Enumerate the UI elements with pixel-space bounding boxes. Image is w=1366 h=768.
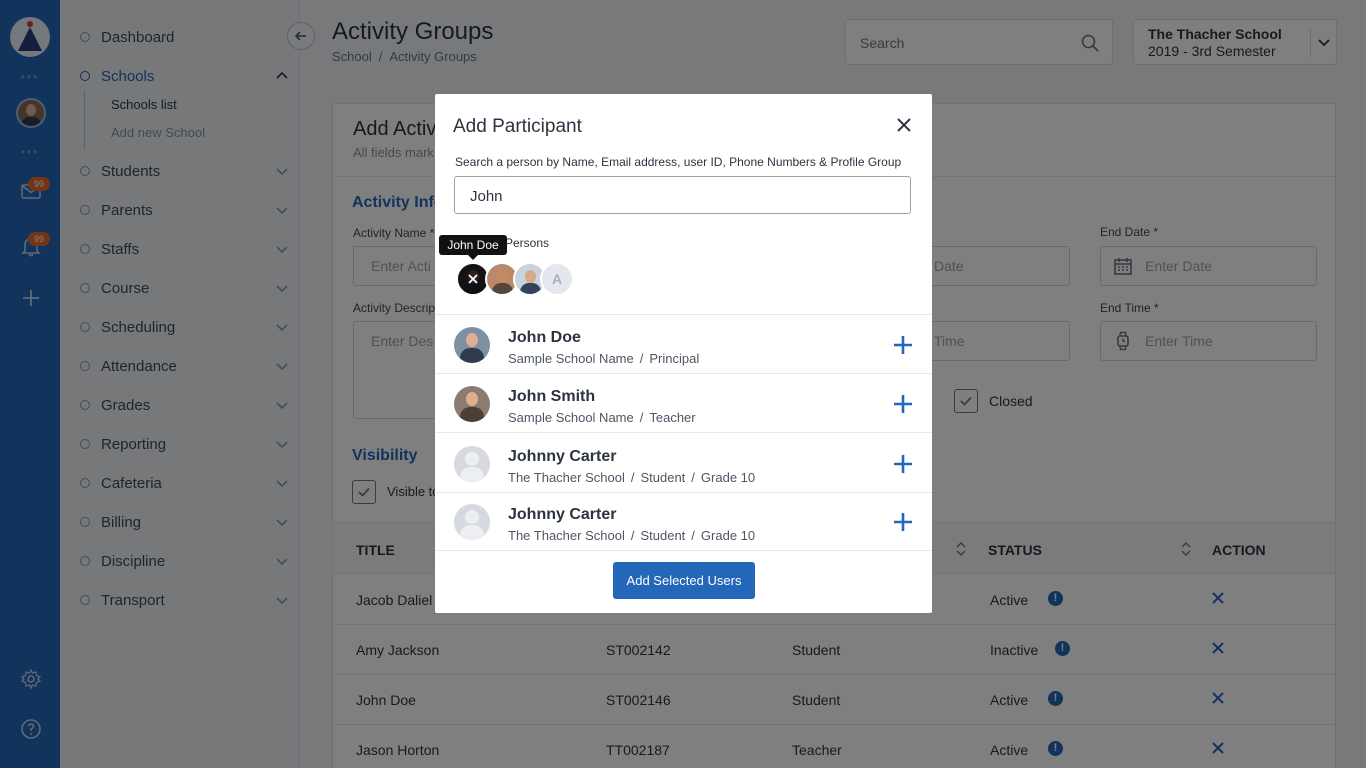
result-name: John Doe <box>508 329 581 346</box>
result-meta: The Thacher School / Student / Grade 10 <box>508 470 755 485</box>
avatar-body <box>460 467 484 482</box>
add-icon[interactable] <box>892 511 914 533</box>
meta-school: Sample School Name <box>508 351 634 366</box>
avatar-head <box>465 510 479 524</box>
meta-separator: / <box>691 528 695 543</box>
avatar-body <box>460 407 484 422</box>
selected-chip-letter[interactable]: A <box>540 262 574 296</box>
chip-tooltip: John Doe <box>439 235 507 260</box>
result-row-johnny-carter[interactable]: Johnny Carter The Thacher School / Student… <box>435 434 932 493</box>
meta-grade: Grade 10 <box>700 470 756 485</box>
close-icon[interactable] <box>895 116 913 134</box>
meta-separator: / <box>691 470 695 485</box>
avatar-head <box>466 333 478 347</box>
meta-grade: Grade 10 <box>700 528 756 543</box>
result-name: Johnny Carter <box>508 448 617 465</box>
meta-role: Teacher <box>649 410 696 425</box>
avatar <box>454 327 490 363</box>
avatar-placeholder <box>454 446 490 482</box>
avatar-head <box>466 392 478 406</box>
add-participant-modal: Add Participant Search a person by Name,… <box>435 94 932 613</box>
avatar-head <box>525 270 536 283</box>
meta-role: Student <box>640 470 686 485</box>
search-hint: Search a person by Name, Email address, … <box>455 155 902 169</box>
avatar-head <box>465 452 479 466</box>
avatar-body <box>520 283 541 294</box>
avatar-body <box>460 348 484 363</box>
modal-title: Add Participant <box>453 116 582 137</box>
result-name: John Smith <box>508 388 596 405</box>
avatar-body <box>492 283 513 294</box>
avatar-head <box>497 270 508 283</box>
meta-school: The Thacher School <box>508 528 625 543</box>
meta-school: Sample School Name <box>508 410 634 425</box>
meta-role: Student <box>640 528 686 543</box>
result-row-johnny-carter[interactable]: Johnny Carter The Thacher School / Student… <box>435 492 932 551</box>
meta-school: The Thacher School <box>508 470 625 485</box>
selected-persons-label: Persons <box>505 236 550 250</box>
add-icon[interactable] <box>892 393 914 415</box>
result-meta: Sample School Name / Teacher <box>508 410 696 425</box>
result-name: Johnny Carter <box>508 506 617 523</box>
result-meta: The Thacher School / Student / Grade 10 <box>508 528 755 543</box>
add-icon[interactable] <box>892 334 914 356</box>
participant-search-input[interactable] <box>470 186 890 206</box>
add-selected-users-button[interactable]: Add Selected Users <box>613 562 755 599</box>
add-icon[interactable] <box>892 453 914 475</box>
meta-separator: / <box>630 470 635 485</box>
meta-separator: / <box>630 528 635 543</box>
avatar-body <box>460 525 484 540</box>
remove-chip-icon[interactable] <box>467 273 479 285</box>
meta-separator: / <box>639 410 644 425</box>
result-row-john-doe[interactable]: John Doe Sample School Name / Principal <box>435 315 932 374</box>
result-meta: Sample School Name / Principal <box>508 351 699 366</box>
avatar <box>454 386 490 422</box>
avatar-placeholder <box>454 504 490 540</box>
meta-role: Principal <box>649 351 700 366</box>
result-row-john-smith[interactable]: John Smith Sample School Name / Teacher <box>435 374 932 433</box>
meta-separator: / <box>639 351 644 366</box>
participant-search-field[interactable] <box>454 176 911 214</box>
